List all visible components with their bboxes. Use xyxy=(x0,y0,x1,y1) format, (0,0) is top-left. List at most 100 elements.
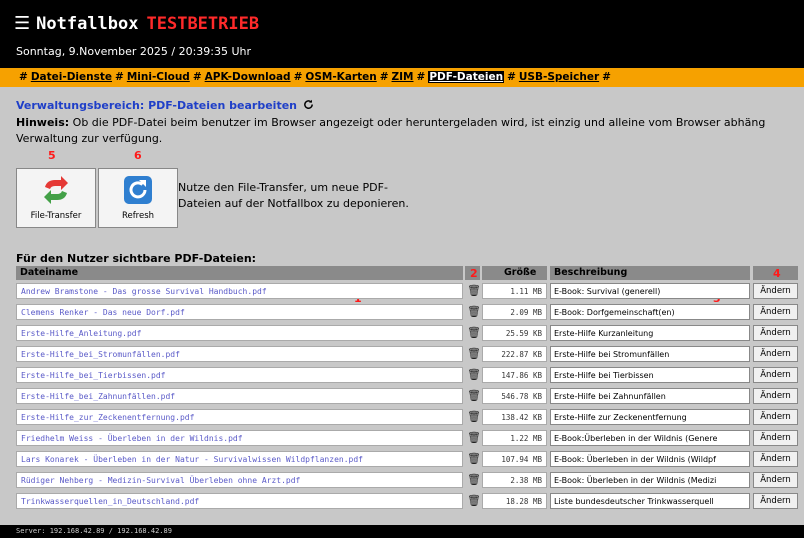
column-header-description: Beschreibung xyxy=(550,266,750,280)
description-input[interactable]: Erste-Hilfe bei Zahnunfällen xyxy=(550,388,750,404)
refresh-label: Refresh xyxy=(121,211,155,221)
nav-link-datei-dienste[interactable]: Datei-Dienste xyxy=(31,71,112,83)
hint-label: Hinweis: xyxy=(16,116,70,129)
edit-button[interactable]: Ändern xyxy=(753,346,798,362)
file-name-link[interactable]: Erste-Hilfe_bei_Stromunfällen.pdf xyxy=(16,346,463,362)
description-input[interactable]: E-Book: Überleben in der Wildnis (Medizi xyxy=(550,472,750,488)
description-input[interactable]: Erste-Hilfe bei Tierbissen xyxy=(550,367,750,383)
edit-button[interactable]: Ändern xyxy=(753,283,798,299)
file-transfer-label: File-Transfer xyxy=(30,211,82,221)
description-input[interactable]: E-Book: Dorfgemeinschaft(en) xyxy=(550,304,750,320)
table-row: Clemens Renker - Das neue Dorf.pdf 🗑 2.09 … xyxy=(16,304,798,321)
server-info: Server: 192.168.42.89 / 192.168.42.89 xyxy=(16,527,172,535)
table-row: Friedhelm Weiss - Überleben in der Wildn… xyxy=(16,430,798,447)
file-name-link[interactable]: Rüdiger Nehberg - Medizin-Survival Überl… xyxy=(16,472,463,488)
section-title-text: Verwaltungsbereich: PDF-Dateien bearbeit… xyxy=(16,99,297,112)
file-name-link[interactable]: Andrew Bramstone - Das grosse Survival H… xyxy=(16,283,463,299)
file-name-link[interactable]: Erste-Hilfe_bei_Tierbissen.pdf xyxy=(16,367,463,383)
trash-icon[interactable]: 🗑 xyxy=(467,326,481,340)
file-name-link[interactable]: Lars Konarek - Überleben in der Natur - … xyxy=(16,451,463,467)
file-name-link[interactable]: Erste-Hilfe_zur_Zeckenentfernung.pdf xyxy=(16,409,463,425)
nav-separator: # xyxy=(115,71,124,83)
hint-body: Ob die PDF-Datei beim benutzer im Browse… xyxy=(72,116,766,129)
datetime-display: Sonntag, 9.November 2025 / 20:39:35 Uhr xyxy=(16,45,252,58)
nav-separator: # xyxy=(602,71,611,83)
nav-separator: # xyxy=(293,71,303,83)
trash-icon[interactable]: 🗑 xyxy=(467,284,481,298)
file-name-link[interactable]: Erste-Hilfe_bei_Zahnunfällen.pdf xyxy=(16,388,463,404)
edit-button[interactable]: Ändern xyxy=(753,472,798,488)
column-header-name: Dateiname xyxy=(16,266,463,280)
table-row: Erste-Hilfe_Anleitung.pdf 🗑 25.59 KB Erste-… xyxy=(16,325,798,342)
table-row: Erste-Hilfe_bei_Zahnunfällen.pdf 🗑 546.78 … xyxy=(16,388,798,405)
refresh-button[interactable]: Refresh xyxy=(98,168,178,228)
trash-icon[interactable]: 🗑 xyxy=(467,494,481,508)
description-input[interactable]: E-Book: Survival (generell) xyxy=(550,283,750,299)
nav-link-apk-download[interactable]: APK-Download xyxy=(205,71,291,83)
trash-icon[interactable]: 🗑 xyxy=(467,410,481,424)
description-input[interactable]: Erste-Hilfe zur Zeckenentfernung xyxy=(550,409,750,425)
footer: Server: 192.168.42.89 / 192.168.42.89 xyxy=(0,525,804,538)
trash-icon[interactable]: 🗑 xyxy=(467,368,481,382)
trash-icon[interactable]: 🗑 xyxy=(467,347,481,361)
file-name-link[interactable]: Trinkwasserquellen_in_Deutschland.pdf xyxy=(16,493,463,509)
trash-icon[interactable]: 🗑 xyxy=(467,473,481,487)
file-size: 147.86 KB xyxy=(482,367,547,383)
nav-separator: # xyxy=(379,71,389,83)
file-size: 107.94 MB xyxy=(482,451,547,467)
file-name-link[interactable]: Friedhelm Weiss - Überleben in der Wildn… xyxy=(16,430,463,446)
table-row: Andrew Bramstone - Das grosse Survival H… xyxy=(16,283,798,300)
file-name-link[interactable]: Erste-Hilfe_Anleitung.pdf xyxy=(16,325,463,341)
nav-link-osm-karten[interactable]: OSM-Karten xyxy=(305,71,376,83)
nav-link-usb-speicher[interactable]: USB-Speicher xyxy=(519,71,599,83)
nav-link-pdf-dateien[interactable]: PDF-Dateien xyxy=(428,71,505,83)
file-size: 2.09 MB xyxy=(482,304,547,320)
table-row: Erste-Hilfe_bei_Tierbissen.pdf 🗑 147.86 KB… xyxy=(16,367,798,384)
refresh-icon[interactable] xyxy=(303,99,314,110)
file-size: 2.38 MB xyxy=(482,472,547,488)
app-title-row: ☰ Notfallbox TESTBETRIEB xyxy=(14,13,259,34)
edit-button[interactable]: Ändern xyxy=(753,430,798,446)
file-size: 546.78 KB xyxy=(482,388,547,404)
file-size: 25.59 KB xyxy=(482,325,547,341)
description-input[interactable]: E-Book:Überleben in der Wildnis (Genere xyxy=(550,430,750,446)
edit-button[interactable]: Ändern xyxy=(753,388,798,404)
file-size: 222.87 KB xyxy=(482,346,547,362)
file-size: 1.22 MB xyxy=(482,430,547,446)
description-input[interactable]: Erste-Hilfe bei Stromunfällen xyxy=(550,346,750,362)
table-row: Trinkwasserquellen_in_Deutschland.pdf 🗑 18… xyxy=(16,493,798,510)
nav-separator: # xyxy=(19,71,28,83)
marker-5: 5 xyxy=(48,149,56,162)
table-row: Rüdiger Nehberg - Medizin-Survival Überl… xyxy=(16,472,798,489)
description-input[interactable]: E-Book: Überleben in der Wildnis (Wildpf xyxy=(550,451,750,467)
table-row: Erste-Hilfe_zur_Zeckenentfernung.pdf 🗑 138… xyxy=(16,409,798,426)
table-row: Erste-Hilfe_bei_Stromunfällen.pdf 🗑 222.87… xyxy=(16,346,798,363)
file-transfer-button[interactable]: File-Transfer xyxy=(16,168,96,228)
trash-icon[interactable]: 🗑 xyxy=(467,452,481,466)
section-title: Verwaltungsbereich: PDF-Dateien bearbeit… xyxy=(16,99,314,112)
trash-icon[interactable]: 🗑 xyxy=(467,431,481,445)
description-input[interactable]: Liste bundesdeutscher Trinkwasserquell xyxy=(550,493,750,509)
edit-button[interactable]: Ändern xyxy=(753,493,798,509)
trash-icon[interactable]: 🗑 xyxy=(467,305,481,319)
file-transfer-description: Nutze den File-Transfer, um neue PDF-Dat… xyxy=(178,181,409,210)
file-size: 18.28 MB xyxy=(482,493,547,509)
nav-link-zim[interactable]: ZIM xyxy=(392,71,414,83)
table-title: Für den Nutzer sichtbare PDF-Dateien: xyxy=(16,252,257,265)
menu-icon[interactable]: ☰ xyxy=(14,13,30,34)
nav-separator: # xyxy=(416,71,426,83)
refresh-icon xyxy=(124,176,152,204)
trash-icon[interactable]: 🗑 xyxy=(467,389,481,403)
edit-button[interactable]: Ändern xyxy=(753,325,798,341)
edit-button[interactable]: Ändern xyxy=(753,451,798,467)
test-mode-badge: TESTBETRIEB xyxy=(146,14,260,34)
edit-button[interactable]: Ändern xyxy=(753,367,798,383)
transfer-arrows-icon xyxy=(44,176,68,204)
nav-separator: # xyxy=(192,71,202,83)
edit-button[interactable]: Ändern xyxy=(753,409,798,425)
hint-body-2: Verwaltung zur verfügung. xyxy=(16,132,163,145)
description-input[interactable]: Erste-Hilfe Kurzanleitung xyxy=(550,325,750,341)
edit-button[interactable]: Ändern xyxy=(753,304,798,320)
nav-link-mini-cloud[interactable]: Mini-Cloud xyxy=(127,71,190,83)
file-name-link[interactable]: Clemens Renker - Das neue Dorf.pdf xyxy=(16,304,463,320)
